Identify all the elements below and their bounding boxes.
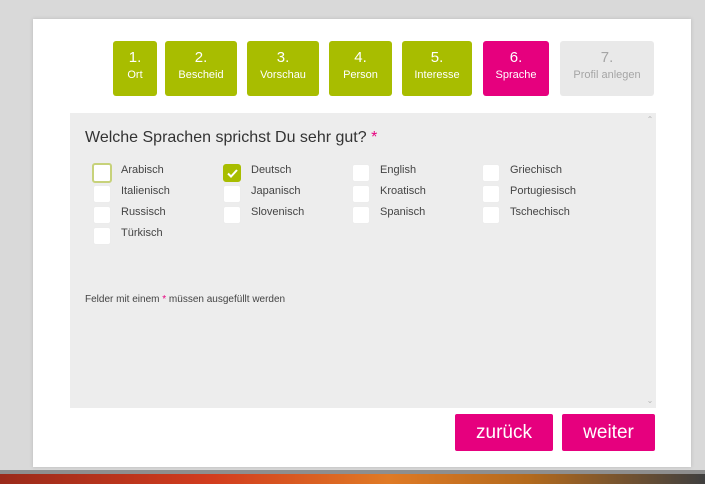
checkbox[interactable] (223, 206, 241, 224)
option-label: Japanisch (251, 185, 301, 197)
next-button[interactable]: weiter (562, 414, 655, 451)
option-label: Kroatisch (380, 185, 426, 197)
step-bescheid[interactable]: 2. Bescheid (165, 41, 237, 96)
checkbox[interactable] (93, 206, 111, 224)
step-label: Bescheid (178, 69, 224, 81)
step-number: 7. (600, 49, 614, 66)
option-label: English (380, 164, 417, 176)
checkbox[interactable] (352, 164, 370, 182)
scroll-down-icon[interactable]: ⌄ (646, 397, 654, 405)
step-label: Profil anlegen (573, 69, 641, 81)
checkbox[interactable] (223, 164, 241, 182)
step-ort[interactable]: 1. Ort (113, 41, 157, 96)
checkbox[interactable] (93, 227, 111, 245)
scroll-up-icon[interactable]: ⌃ (646, 116, 654, 124)
option-label: Tschechisch (510, 206, 570, 218)
option-label: Portugiesisch (510, 185, 577, 197)
step-number: 4. (354, 49, 367, 66)
checkbox[interactable] (482, 206, 500, 224)
option-label: Deutsch (251, 164, 292, 176)
back-button[interactable]: zurück (455, 414, 553, 451)
step-profil-anlegen[interactable]: 7. Profil anlegen (560, 41, 654, 96)
option-label: Arabisch (121, 164, 164, 176)
note-after: müssen ausgefüllt werden (166, 294, 286, 305)
step-vorschau[interactable]: 3. Vorschau (247, 41, 319, 96)
option-label: Spanisch (380, 206, 426, 218)
wizard-card: 1. Ort 2. Bescheid 3. Vorschau 4. Person… (33, 19, 691, 467)
option-label: Slovenisch (251, 206, 305, 218)
checkbox[interactable] (482, 185, 500, 203)
step-label: Sprache (495, 69, 537, 81)
step-person[interactable]: 4. Person (329, 41, 392, 96)
checkbox[interactable] (482, 164, 500, 182)
step-sprache[interactable]: 6. Sprache (483, 41, 549, 96)
required-note: Felder mit einem * müssen ausgefüllt wer… (85, 294, 285, 305)
step-number: 3. (276, 49, 290, 66)
required-mark: * (371, 129, 378, 146)
footer-color-bar (0, 474, 705, 484)
checkbox[interactable] (352, 206, 370, 224)
option-label: Türkisch (121, 227, 163, 239)
note-before: Felder mit einem (85, 294, 163, 305)
step-label: Interesse (414, 69, 460, 81)
checkbox[interactable] (223, 185, 241, 203)
step-number: 5. (430, 49, 444, 66)
question-heading: Welche Sprachen sprichst Du sehr gut? * (85, 129, 377, 147)
step-label: Ort (127, 69, 143, 81)
panel-scrollbar[interactable]: ⌃ ⌄ (644, 113, 656, 408)
step-interesse[interactable]: 5. Interesse (402, 41, 472, 96)
step-number: 6. (509, 49, 523, 66)
step-label: Vorschau (260, 69, 306, 81)
checkbox[interactable] (352, 185, 370, 203)
question-text: Welche Sprachen sprichst Du sehr gut? (85, 129, 367, 146)
question-panel: Welche Sprachen sprichst Du sehr gut? * … (70, 113, 656, 408)
checkbox[interactable] (93, 185, 111, 203)
step-label: Person (343, 69, 378, 81)
option-label: Russisch (121, 206, 166, 218)
option-label: Griechisch (510, 164, 562, 176)
checkmark-icon (227, 169, 238, 178)
option-label: Italienisch (121, 185, 170, 197)
checkbox[interactable] (92, 163, 112, 183)
step-number: 1. (128, 49, 142, 66)
step-number: 2. (194, 49, 208, 66)
